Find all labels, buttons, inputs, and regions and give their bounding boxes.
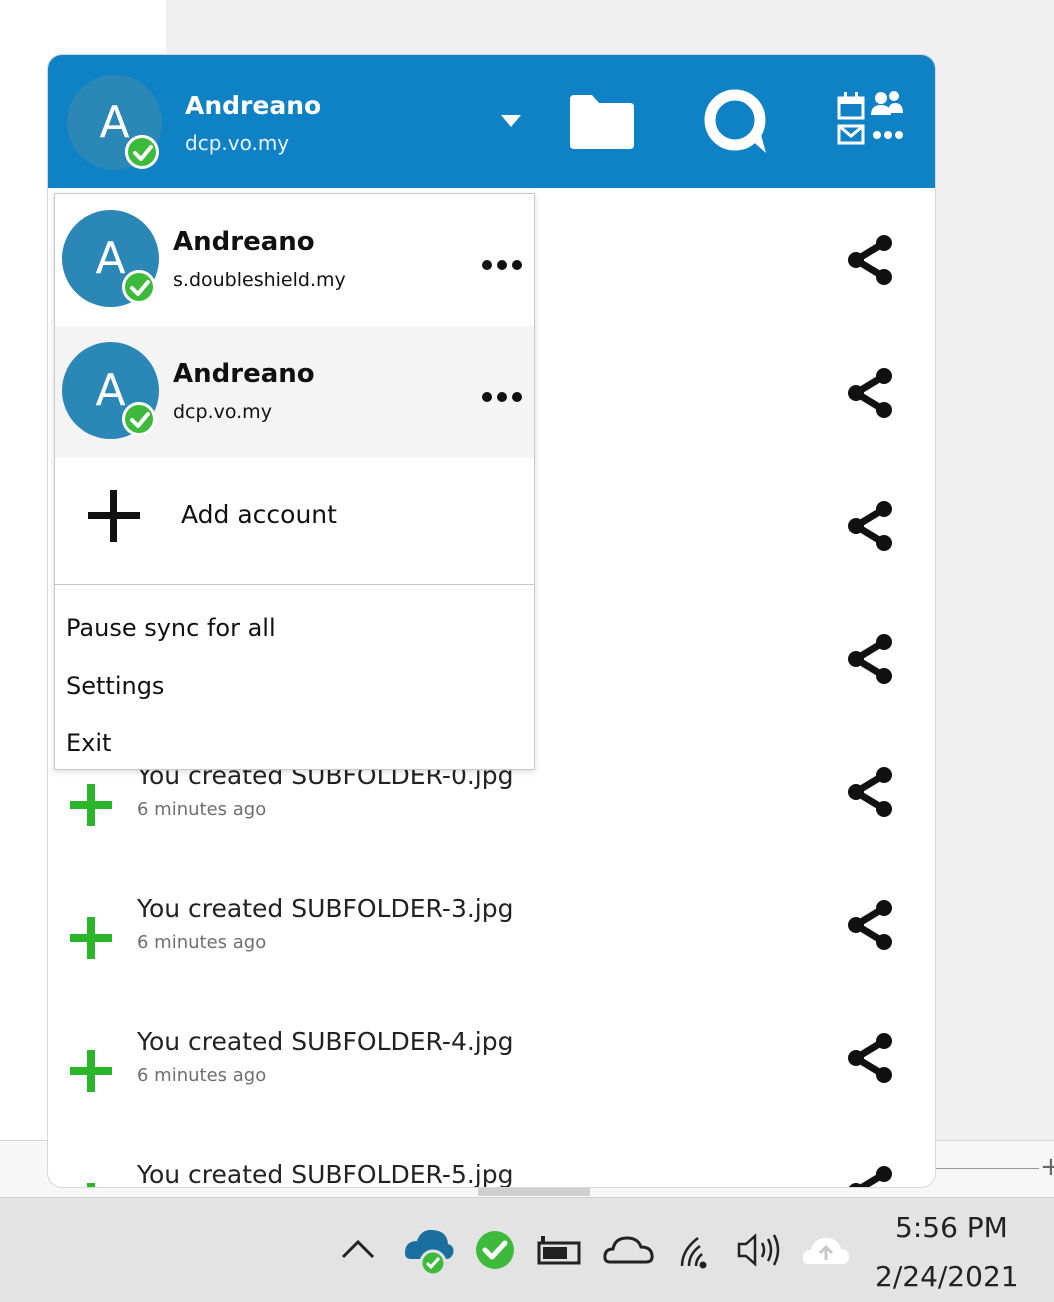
menu-divider — [55, 584, 534, 585]
account-name: Andreano — [173, 359, 315, 389]
activity-text: You created SUBFOLDER-3.jpg — [137, 894, 514, 923]
share-icon[interactable] — [843, 1030, 899, 1090]
wifi-icon[interactable] — [676, 1232, 716, 1274]
more-options-icon[interactable] — [481, 256, 523, 275]
folder-icon[interactable] — [568, 93, 636, 155]
nextcloud-tray-icon[interactable] — [402, 1226, 456, 1282]
share-icon[interactable] — [843, 232, 899, 292]
share-icon[interactable] — [843, 1163, 899, 1187]
settings-menu-item[interactable]: Settings — [66, 672, 164, 700]
plus-icon — [86, 488, 142, 548]
header-account-name[interactable]: Andreano — [185, 91, 321, 120]
battery-icon[interactable] — [537, 1234, 583, 1270]
online-status-icon — [125, 135, 159, 169]
background-plus-icon: + — [1040, 1152, 1054, 1182]
created-plus-icon — [68, 915, 114, 965]
share-icon[interactable] — [843, 631, 899, 691]
activity-item[interactable]: You created SUBFOLDER-5.jpg — [48, 1119, 935, 1187]
window-header: A Andreano dcp.vo.my — [48, 55, 935, 188]
created-plus-icon — [68, 782, 114, 832]
created-plus-icon — [68, 1048, 114, 1098]
share-icon[interactable] — [843, 365, 899, 425]
account-name: Andreano — [173, 227, 315, 257]
account-avatar: A — [62, 342, 159, 439]
share-icon[interactable] — [843, 764, 899, 824]
activity-time: 6 minutes ago — [137, 799, 267, 820]
account-entry[interactable]: A Andreano dcp.vo.my — [55, 326, 534, 458]
exit-menu-item[interactable]: Exit — [66, 729, 111, 757]
activity-time: 6 minutes ago — [137, 932, 267, 953]
chevron-down-icon[interactable] — [500, 113, 522, 132]
activity-text: You created SUBFOLDER-4.jpg — [137, 1027, 514, 1056]
share-icon[interactable] — [843, 498, 899, 558]
add-account-label: Add account — [181, 500, 337, 529]
activity-item[interactable]: You created SUBFOLDER-3.jpg 6 minutes ag… — [48, 853, 935, 986]
account-dropdown-menu: A Andreano s.doubleshield.my A Andreano … — [54, 193, 535, 770]
header-avatar[interactable]: A — [67, 75, 162, 170]
taskbar: 5:56 PM 2/24/2021 — [0, 1197, 1054, 1302]
upload-cloud-icon[interactable] — [801, 1234, 851, 1272]
account-entry[interactable]: A Andreano s.doubleshield.my — [55, 194, 534, 326]
account-domain: s.doubleshield.my — [173, 269, 346, 291]
background-divider — [935, 1168, 1039, 1169]
clock-time[interactable]: 5:56 PM — [895, 1211, 1008, 1244]
online-status-icon — [122, 402, 156, 436]
account-avatar: A — [62, 210, 159, 307]
account-domain: dcp.vo.my — [173, 401, 272, 423]
add-account-button[interactable]: Add account — [55, 458, 534, 584]
clock-date[interactable]: 2/24/2021 — [875, 1260, 1019, 1293]
volume-icon[interactable] — [735, 1230, 785, 1274]
share-icon[interactable] — [843, 897, 899, 957]
more-options-icon[interactable] — [481, 388, 523, 407]
sync-ok-icon[interactable] — [473, 1228, 517, 1276]
talk-icon[interactable] — [700, 85, 774, 163]
activity-item[interactable]: You created SUBFOLDER-4.jpg 6 minutes ag… — [48, 986, 935, 1119]
onedrive-icon[interactable] — [603, 1234, 655, 1270]
activity-text: You created SUBFOLDER-5.jpg — [137, 1160, 514, 1187]
pause-sync-menu-item[interactable]: Pause sync for all — [66, 614, 276, 642]
chevron-up-icon[interactable] — [340, 1238, 376, 1264]
activity-time: 6 minutes ago — [137, 1065, 267, 1086]
header-account-domain[interactable]: dcp.vo.my — [185, 131, 289, 155]
online-status-icon — [122, 270, 156, 304]
created-plus-icon — [68, 1181, 114, 1187]
apps-icon[interactable] — [836, 89, 906, 155]
